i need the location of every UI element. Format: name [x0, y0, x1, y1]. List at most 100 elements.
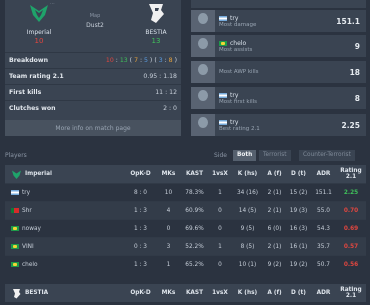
more-info-link[interactable]: More info on match page [5, 120, 181, 136]
highlight-top-partial [191, 0, 366, 8]
mks-cell: 0 [166, 225, 171, 232]
col-dt[interactable]: D (t) [286, 171, 311, 177]
col-rating[interactable]: Rating 2.1 [336, 287, 366, 299]
clutch-cell: 0 [218, 225, 222, 232]
col-khs[interactable]: K (hs) [232, 290, 263, 296]
argentina-flag-icon [219, 15, 227, 21]
highlight-value: 8 [354, 93, 360, 103]
team-name: BESTIA [25, 290, 49, 296]
tab-counter-terrorist[interactable]: Counter-Terrorist [299, 150, 355, 161]
col-clutch[interactable]: 1vsX [208, 290, 232, 296]
argentina-flag-icon [11, 190, 19, 195]
col-dt[interactable]: D (t) [286, 290, 311, 296]
player-name[interactable]: Shr [22, 208, 32, 214]
team1-name: Imperial [26, 29, 52, 36]
clutch-cell: 1 [218, 243, 222, 250]
col-mks[interactable]: MKs [156, 171, 181, 177]
highlight-value: 2.25 [341, 120, 360, 130]
table-header: BESTIA OpK-D MKs KAST 1vsX K (hs) A (f) … [5, 284, 366, 302]
table-row[interactable]: chelo 1 : 3 1 65.2% 0 10 (1) 9 (2) 19 (2… [5, 255, 366, 273]
player-name[interactable]: noway [22, 226, 41, 232]
breakdown-value: 10 : 13 ( 7 : 5 ) ( 3 : 8 ) [105, 57, 177, 64]
highlight-most-awp-kills[interactable]: Most AWP kills 18 [191, 61, 366, 83]
team2-score: 13 [151, 37, 161, 45]
highlight-category: Best rating 2.1 [219, 125, 260, 132]
table-row[interactable]: noway 1 : 3 0 69.6% 0 9 (5) 6 (0) 16 (3)… [5, 219, 366, 237]
clutch-cell: 0 [218, 207, 222, 214]
team2-name: BESTIA [145, 29, 167, 36]
player-avatar [191, 10, 215, 32]
col-khs[interactable]: K (hs) [232, 171, 263, 177]
clutches-won-label: Clutches won [9, 105, 56, 112]
argentina-flag-icon [219, 92, 227, 98]
mks-cell: 3 [166, 243, 171, 250]
tab-both[interactable]: Both [233, 150, 257, 161]
team2-block[interactable]: BESTIA 13 [136, 0, 176, 45]
af-cell: 9 (2) [267, 261, 282, 268]
kast-cell: 69.6% [185, 225, 204, 232]
highlight-value: 151.1 [336, 16, 360, 26]
col-mks[interactable]: MKs [156, 290, 181, 296]
adr-cell: 151.1 [315, 189, 332, 196]
kast-cell: 78.3% [185, 189, 204, 196]
highlight-most-first-kills[interactable]: try Most first kills 8 [191, 87, 366, 109]
clutch-cell: 0 [218, 261, 222, 268]
team1-block[interactable]: Imperial 10 [19, 0, 59, 45]
player-avatar [191, 61, 215, 83]
highlight-category: Most AWP kills [219, 69, 259, 75]
kast-cell: 65.2% [185, 261, 204, 268]
dt-cell: 15 (2) [289, 189, 308, 196]
rating-cell: 2.25 [343, 189, 359, 196]
table-row[interactable]: try 8 : 0 10 78.3% 1 34 (16) 2 (1) 15 (2… [5, 183, 366, 201]
rating-cell: 0.70 [343, 207, 359, 214]
col-af[interactable]: A (f) [263, 290, 286, 296]
brazil-flag-icon [11, 244, 19, 249]
breakdown-label: Breakdown [9, 57, 49, 64]
highlight-value: 9 [354, 41, 360, 51]
brazil-flag-icon [219, 40, 227, 46]
col-rating[interactable]: Rating 2.1 [336, 168, 366, 180]
col-kast[interactable]: KAST [181, 171, 208, 177]
table-row[interactable]: Shr 1 : 3 4 60.9% 0 14 (5) 2 (1) 19 (3) … [5, 201, 366, 219]
table-row[interactable]: VINI 0 : 3 3 52.2% 1 8 (5) 2 (1) 16 (1) … [5, 237, 366, 255]
opkd-cell: 0 : 3 [133, 243, 147, 250]
map-label: Map [89, 13, 101, 19]
player-name[interactable]: VINI [22, 244, 34, 250]
rating-cell: 0.56 [343, 261, 359, 268]
col-adr[interactable]: ADR [311, 171, 336, 177]
player-name[interactable]: chelo [22, 262, 38, 268]
col-adr[interactable]: ADR [311, 290, 336, 296]
highlight-best-rating[interactable]: try Best rating 2.1 2.25 [191, 114, 366, 136]
brazil-flag-icon [11, 262, 19, 267]
team1-score: 10 [34, 37, 44, 45]
bestia-logo-icon [13, 288, 21, 298]
players-header: Players Side Both Terrorist Counter-Terr… [5, 150, 366, 162]
khs-cell: 14 (5) [238, 207, 257, 214]
rating-cell: 0.57 [343, 243, 359, 250]
bestia-logo-icon [149, 4, 164, 23]
khs-cell: 34 (16) [236, 189, 259, 196]
highlight-most-assists[interactable]: chelo Most assists 9 [191, 35, 366, 57]
first-kills-label: First kills [9, 89, 42, 96]
map-block: Map Dust2 [75, 13, 115, 29]
team-rating-row: Team rating 2.1 0.95 : 1.18 [5, 68, 181, 84]
af-cell: 6 (0) [267, 225, 282, 232]
team-rating-value: 0.95 : 1.18 [143, 73, 177, 80]
first-kills-row: First kills 11 : 12 [5, 84, 181, 100]
imperial-logo-icon [12, 170, 21, 179]
dt-cell: 16 (3) [289, 225, 308, 232]
opkd-cell: 1 : 3 [133, 207, 147, 214]
col-kast[interactable]: KAST [181, 290, 208, 296]
col-opkd[interactable]: OpK-D [125, 290, 156, 296]
tab-terrorist[interactable]: Terrorist [259, 150, 291, 161]
bestia-stats-table: BESTIA OpK-D MKs KAST 1vsX K (hs) A (f) … [5, 284, 366, 302]
player-name[interactable]: try [22, 190, 30, 196]
col-opkd[interactable]: OpK-D [125, 171, 156, 177]
adr-cell: 50.7 [317, 261, 330, 268]
mks-cell: 1 [166, 261, 171, 268]
highlight-most-damage[interactable]: try Most damage 151.1 [191, 10, 366, 32]
opkd-cell: 1 : 3 [133, 261, 147, 268]
col-af[interactable]: A (f) [263, 171, 286, 177]
breakdown-row: Breakdown 10 : 13 ( 7 : 5 ) ( 3 : 8 ) [5, 52, 181, 68]
col-clutch[interactable]: 1vsX [208, 171, 232, 177]
